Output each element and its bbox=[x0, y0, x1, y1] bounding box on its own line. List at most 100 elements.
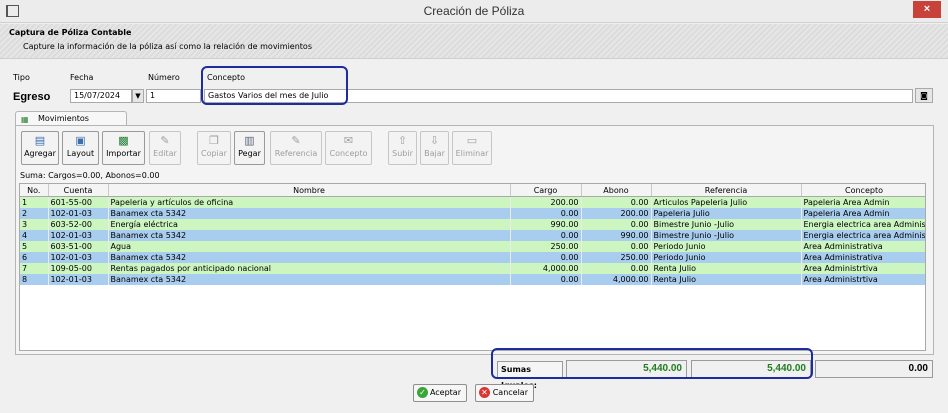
cell-concepto: Area Administrativa bbox=[801, 252, 925, 263]
pegar-button[interactable]: ▥ Pegar bbox=[234, 131, 265, 165]
table-row[interactable]: 7 109-05-00 Rentas pagados por anticipado … bbox=[20, 263, 925, 274]
reference-icon: ✎ bbox=[291, 134, 301, 147]
sum-line: Suma: Cargos=0.00, Abonos=0.00 bbox=[20, 171, 160, 180]
column-header[interactable]: No. bbox=[20, 184, 49, 197]
movements-table: No. Cuenta Nombre Cargo Abono Referencia… bbox=[20, 184, 925, 285]
table-row[interactable]: 8 102-01-03 Banamex cta 5342 0.00 4,000.00 Re… bbox=[20, 274, 925, 285]
cell-referencia: Articulos Papeleria Julio bbox=[651, 196, 802, 208]
cell-concepto: Area Administrtiva bbox=[801, 274, 925, 285]
subir-button[interactable]: ⇧ Subir bbox=[388, 131, 417, 165]
cell-referencia: Periodo Junio bbox=[651, 241, 802, 252]
cell-cuenta: 603-51-00 bbox=[48, 241, 109, 252]
cell-cuenta: 603-52-00 bbox=[48, 219, 109, 230]
close-button[interactable]: × bbox=[913, 1, 941, 18]
cell-no: 2 bbox=[20, 208, 49, 219]
concepto-highlight bbox=[201, 66, 348, 105]
cell-referencia: Bimestre Junio -Julio bbox=[651, 230, 802, 241]
cell-cargo: 250.00 bbox=[510, 241, 582, 252]
excel-icon: ▩ bbox=[118, 134, 129, 147]
tab-label: Movimientos bbox=[38, 114, 89, 123]
importar-button[interactable]: ▩ Importar bbox=[102, 131, 145, 165]
numero-label: Número bbox=[148, 73, 180, 82]
cell-abono: 0.00 bbox=[581, 219, 652, 230]
fecha-label: Fecha bbox=[70, 73, 94, 82]
fecha-dropdown-button[interactable]: ▼ bbox=[132, 89, 144, 103]
table-row[interactable]: 3 603-52-00 Energía eléctrica 990.00 0.00 Bim… bbox=[20, 219, 925, 230]
binoculars-icon: ◙ bbox=[920, 91, 928, 100]
column-header[interactable]: Cuenta bbox=[48, 184, 109, 197]
delete-icon: ▭ bbox=[466, 134, 478, 147]
cell-cargo: 990.00 bbox=[510, 219, 582, 230]
cell-nombre: Banamex cta 5342 bbox=[108, 230, 511, 241]
aceptar-button[interactable]: ✓ Aceptar bbox=[413, 384, 467, 402]
concept-icon: ✉ bbox=[343, 134, 354, 147]
agregar-button[interactable]: ▤ Agregar bbox=[21, 131, 59, 165]
cell-no: 4 bbox=[20, 230, 49, 241]
cell-abono: 0.00 bbox=[581, 263, 652, 274]
bajar-button[interactable]: ⇩ Bajar bbox=[420, 131, 449, 165]
cell-nombre: Rentas pagados por anticipado nacional bbox=[108, 263, 511, 274]
cell-no: 6 bbox=[20, 252, 49, 263]
column-header[interactable]: Concepto bbox=[801, 184, 925, 197]
column-header[interactable]: Nombre bbox=[108, 184, 511, 197]
concepto-button[interactable]: ✉ Concepto bbox=[325, 131, 372, 165]
cancelar-button[interactable]: ✕ Cancelar bbox=[475, 384, 534, 402]
cell-cargo: 200.00 bbox=[510, 196, 582, 208]
cell-no: 1 bbox=[20, 196, 49, 208]
window-title: Creación de Póliza bbox=[423, 4, 525, 18]
fecha-field[interactable]: 15/07/2024 bbox=[70, 89, 132, 103]
cell-concepto: Area Administrtiva bbox=[801, 263, 925, 274]
cell-cuenta: 102-01-03 bbox=[48, 208, 109, 219]
cell-cuenta: 601-55-00 bbox=[48, 196, 109, 208]
cell-no: 3 bbox=[20, 219, 49, 230]
table-row[interactable]: 6 102-01-03 Banamex cta 5342 0.00 250.00 Peri… bbox=[20, 252, 925, 263]
cell-abono: 250.00 bbox=[581, 252, 652, 263]
cell-referencia: Renta Julio bbox=[651, 263, 802, 274]
table-row[interactable]: 1 601-55-00 Papeleria y artículos de ofici… bbox=[20, 196, 925, 208]
numero-field[interactable]: 1 bbox=[146, 89, 201, 103]
cell-cargo: 4,000.00 bbox=[510, 263, 582, 274]
editar-button[interactable]: ✎ Editar bbox=[149, 131, 181, 165]
cell-cuenta: 102-01-03 bbox=[48, 252, 109, 263]
tab-movimientos[interactable]: ▦ Movimientos bbox=[15, 111, 127, 126]
cell-concepto: Energia electrica area Administrativa bbox=[801, 219, 925, 230]
header-band: Captura de Póliza Contable Capture la in… bbox=[0, 24, 948, 59]
referencia-button[interactable]: ✎ Referencia bbox=[270, 131, 322, 165]
arrow-up-icon: ⇧ bbox=[397, 134, 408, 147]
movements-grid[interactable]: No. Cuenta Nombre Cargo Abono Referencia… bbox=[19, 183, 926, 351]
table-header-row: No. Cuenta Nombre Cargo Abono Referencia… bbox=[20, 184, 925, 197]
totals-highlight bbox=[491, 348, 813, 379]
table-row[interactable]: 2 102-01-03 Banamex cta 5342 0.00 200.00 Pape… bbox=[20, 208, 925, 219]
cell-referencia: Renta Julio bbox=[651, 274, 802, 285]
cell-referencia: Bimestre Junio -Julio bbox=[651, 219, 802, 230]
cell-cargo: 0.00 bbox=[510, 208, 582, 219]
column-header[interactable]: Abono bbox=[581, 184, 652, 197]
header-title: Captura de Póliza Contable bbox=[9, 28, 132, 37]
layout-icon: ▣ bbox=[75, 134, 86, 147]
eliminar-button[interactable]: ▭ Eliminar bbox=[452, 131, 492, 165]
column-header[interactable]: Cargo bbox=[510, 184, 582, 197]
title-bar: Creación de Póliza × bbox=[0, 0, 948, 23]
lookup-button[interactable]: ◙ bbox=[915, 88, 933, 103]
tree-icon: ▦ bbox=[21, 115, 29, 124]
table-row[interactable]: 5 603-51-00 Agua 250.00 0.00 Periodo Junio Are… bbox=[20, 241, 925, 252]
header-subtitle: Capture la información de la póliza así … bbox=[23, 42, 312, 51]
tipo-value: Egreso bbox=[13, 91, 51, 103]
cell-cuenta: 102-01-03 bbox=[48, 274, 109, 285]
table-row[interactable]: 4 102-01-03 Banamex cta 5342 0.00 990.00 Bime… bbox=[20, 230, 925, 241]
tipo-label: Tipo bbox=[13, 73, 30, 82]
cell-concepto: Area Administrativa bbox=[801, 241, 925, 252]
cell-referencia: Papeleria Julio bbox=[651, 208, 802, 219]
check-icon: ✓ bbox=[417, 387, 428, 398]
cell-abono: 200.00 bbox=[581, 208, 652, 219]
cell-cargo: 0.00 bbox=[510, 252, 582, 263]
cell-cargo: 0.00 bbox=[510, 230, 582, 241]
column-header[interactable]: Referencia bbox=[651, 184, 802, 197]
copiar-button[interactable]: ❐ Copiar bbox=[197, 131, 231, 165]
cell-nombre: Banamex cta 5342 bbox=[108, 252, 511, 263]
paste-icon: ▥ bbox=[244, 134, 255, 147]
layout-button[interactable]: ▣ Layout bbox=[62, 131, 99, 165]
copy-icon: ❐ bbox=[209, 134, 219, 147]
cell-referencia: Periodo Junio bbox=[651, 252, 802, 263]
cell-concepto: Papeleria Area Admin bbox=[801, 196, 925, 208]
